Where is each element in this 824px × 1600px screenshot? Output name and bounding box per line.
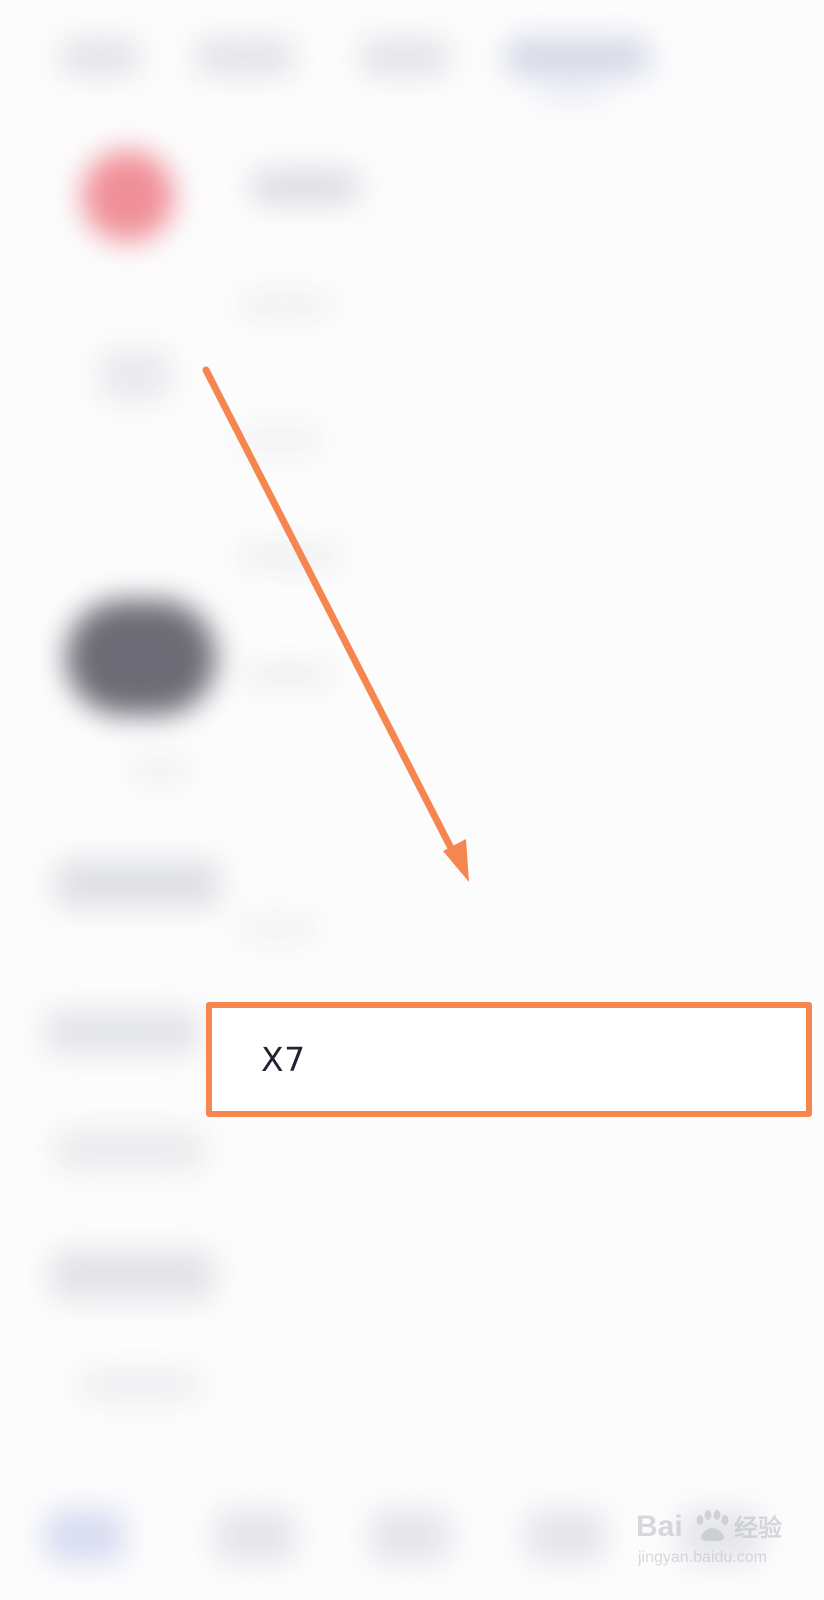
blurred-text [130, 760, 190, 778]
svg-text:经验: 经验 [734, 1514, 782, 1542]
blurred-text [50, 1250, 215, 1300]
blurred-text [245, 665, 330, 685]
blurred-text [240, 430, 320, 450]
model-option-x7[interactable]: X7 [212, 1008, 806, 1111]
blurred-top-tab-active [505, 38, 650, 76]
blurred-thumbnail [66, 600, 216, 715]
blurred-text [45, 1010, 200, 1054]
blurred-text [240, 920, 315, 938]
blurred-text [100, 350, 170, 400]
blurred-avatar [82, 150, 174, 242]
blurred-text [250, 170, 360, 204]
blurred-bottom-nav-item [215, 1510, 295, 1562]
svg-text:jingyan.baidu.com: jingyan.baidu.com [637, 1549, 767, 1566]
blurred-top-tab [195, 38, 295, 76]
blurred-text [240, 545, 340, 567]
blurred-text [55, 860, 220, 908]
baidu-watermark-logo: Bai 经验 jingyan.baidu.com [636, 1510, 782, 1566]
blurred-top-tab [60, 38, 140, 76]
blurred-text [55, 1130, 205, 1170]
blurred-top-tab [360, 38, 450, 76]
blurred-tab-indicator [540, 88, 604, 98]
blurred-text [240, 295, 330, 315]
svg-text:Bai: Bai [636, 1510, 683, 1543]
phone-screen: X7 Bai 经验 jingyan.baidu.com [0, 0, 824, 1600]
blurred-bottom-nav-item [370, 1510, 450, 1562]
blurred-background-ui [0, 0, 824, 1600]
blurred-text [80, 1370, 200, 1400]
blurred-bottom-nav-item [45, 1510, 125, 1562]
highlight-box: X7 [206, 1002, 812, 1117]
blurred-bottom-nav-item [525, 1510, 605, 1562]
